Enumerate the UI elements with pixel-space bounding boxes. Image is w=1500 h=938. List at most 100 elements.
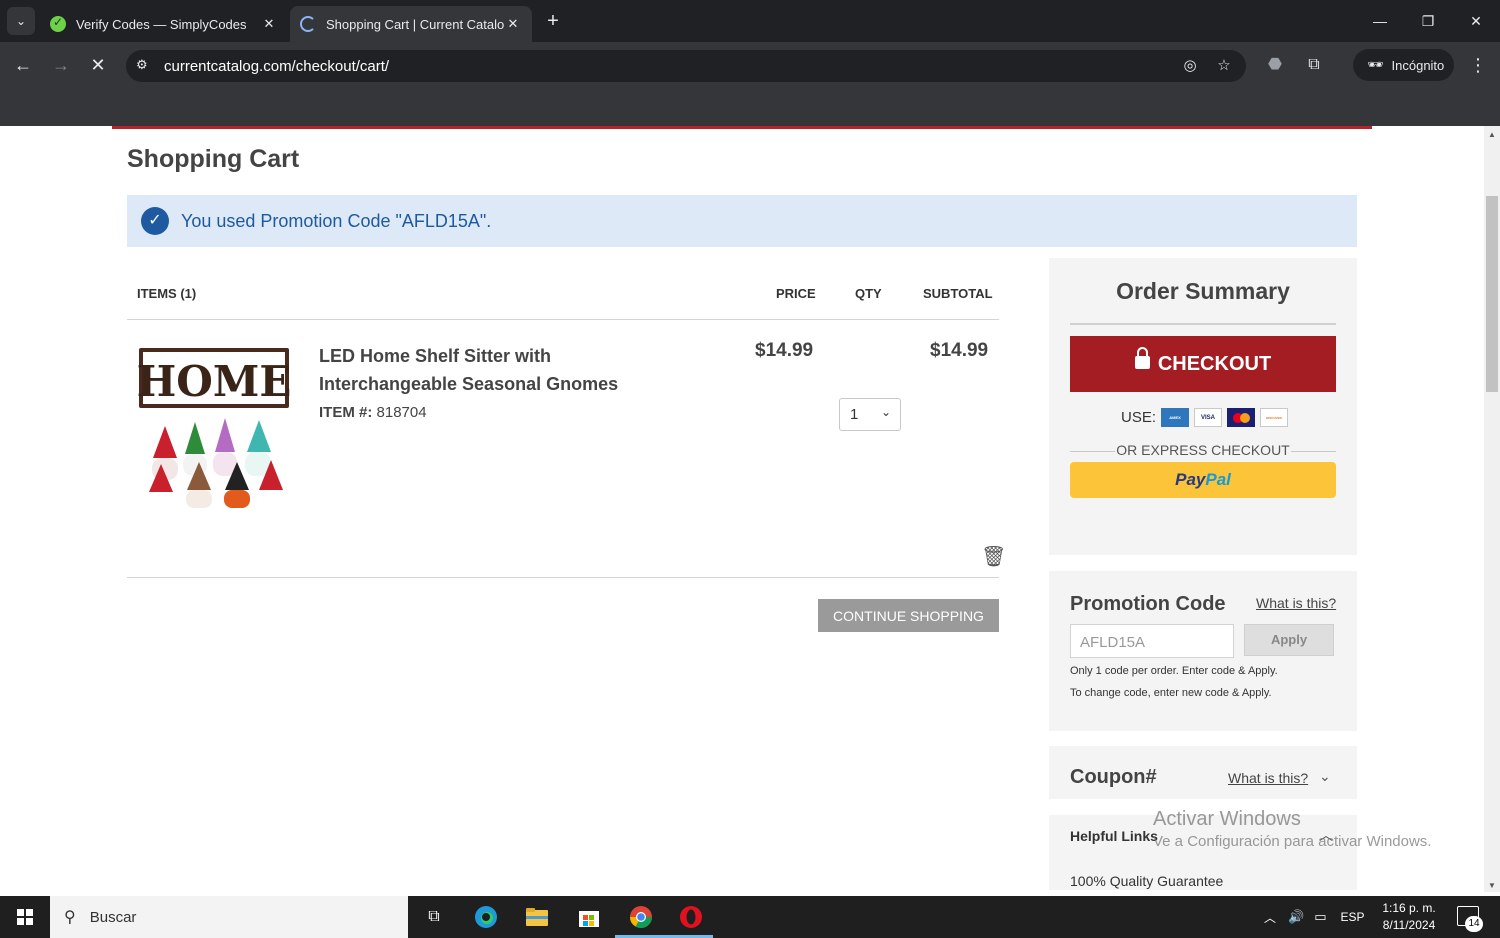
tab-simplycodes[interactable]: Verify Codes — SimplyCodes ✕	[40, 6, 288, 42]
arrow-left-icon: ←	[14, 55, 32, 75]
item-number-label: ITEM #:	[319, 404, 373, 421]
item-number-value: 818704	[376, 404, 427, 421]
promotion-code-title: Promotion Code	[1070, 593, 1226, 615]
maximize-button[interactable]: ❐	[1405, 8, 1451, 34]
paypal-logo-part1: Pay	[1175, 470, 1206, 489]
forward-button[interactable]: →	[48, 52, 74, 78]
tab-shopping-cart[interactable]: Shopping Cart | Current Catalog ✕	[290, 6, 532, 42]
close-tab-icon[interactable]: ✕	[260, 16, 278, 32]
arrow-right-icon: →	[52, 55, 70, 75]
coupon-title: Coupon#	[1070, 766, 1157, 788]
chrome-browser-icon[interactable]	[627, 903, 655, 931]
product-image[interactable]: HOME	[135, 346, 297, 510]
address-bar[interactable]: ⚙ currentcatalog.com/checkout/cart/ ◎ ☆	[126, 50, 1246, 82]
start-button[interactable]	[0, 896, 50, 938]
notification-count-badge: 14	[1465, 916, 1483, 932]
site-header-band	[0, 88, 1500, 126]
site-info-icon[interactable]: ⚙	[136, 57, 148, 73]
promotion-code-input[interactable]: AFLD15A	[1070, 624, 1234, 658]
header-accent-line	[112, 126, 1372, 129]
windows-taskbar: ⚲ Buscar ⧉ ︿ 🔊 ▭ ESP 1:16 p. m. 8/11/202…	[0, 896, 1500, 938]
chevron-down-icon[interactable]: ⌄	[1319, 768, 1331, 785]
task-view-icon[interactable]: ⧉	[420, 903, 448, 931]
chevron-down-icon: ⌄	[880, 405, 891, 419]
qty-column-header: QTY	[855, 286, 882, 301]
cart-table-header: ITEMS (1) PRICE QTY SUBTOTAL	[127, 258, 999, 320]
coupon-what-is-this-link[interactable]: What is this?	[1228, 770, 1308, 786]
continue-shopping-button[interactable]: CONTINUE SHOPPING	[818, 599, 999, 632]
edge-browser-icon[interactable]	[472, 903, 500, 931]
simplycodes-favicon-icon	[50, 15, 66, 32]
items-column-header: ITEMS (1)	[137, 286, 197, 301]
taskbar-search-box[interactable]: ⚲ Buscar	[50, 896, 408, 938]
promotion-note-1: Only 1 code per order. Enter code & Appl…	[1070, 665, 1278, 677]
file-explorer-icon[interactable]	[523, 903, 551, 931]
incognito-icon: 🕶	[1367, 57, 1384, 72]
windows-logo-icon	[17, 909, 33, 925]
browser-menu-button[interactable]: ⋮	[1466, 52, 1490, 78]
lock-icon	[1134, 346, 1150, 369]
scroll-down-arrow-icon[interactable]: ▼	[1484, 881, 1500, 890]
kebab-menu-icon: ⋮	[1469, 55, 1487, 75]
system-tray: ︿ 🔊 ▭ ESP	[1264, 896, 1365, 938]
star-bookmark-icon[interactable]: ☆	[1213, 55, 1235, 77]
taskbar-search-label: Buscar	[89, 908, 137, 926]
windows-activation-watermark: Activar Windows Ve a Configuración para …	[1153, 808, 1431, 850]
order-summary-title: Order Summary	[1116, 278, 1290, 304]
opera-browser-icon[interactable]	[677, 903, 705, 931]
close-window-button[interactable]: ✕	[1453, 8, 1499, 34]
cart-item-row: HOME LED Home Shelf Sitter with Intercha…	[127, 320, 1006, 578]
watermark-line-2: Ve a Configuración para activar Windows.	[1153, 833, 1432, 850]
browser-toolbar: ← → ✕ ⚙ currentcatalog.com/checkout/cart…	[0, 42, 1500, 88]
item-number: ITEM #: 818704	[319, 404, 427, 421]
extensions-icon[interactable]: ⧉	[1302, 53, 1326, 77]
extension-puzzle-icon[interactable]: ⬣	[1263, 53, 1287, 77]
tab-search-button[interactable]: ⌄	[7, 7, 35, 35]
promotion-what-is-this-link[interactable]: What is this?	[1256, 595, 1336, 611]
tab-strip: ⌄ Verify Codes — SimplyCodes ✕ Shopping …	[0, 0, 1500, 42]
incognito-label: Incógnito	[1391, 57, 1445, 73]
amex-card-icon: AMEX	[1161, 408, 1190, 427]
chevron-down-icon: ⌄	[15, 14, 27, 28]
divider	[1070, 323, 1336, 325]
scrollbar-thumb[interactable]	[1486, 196, 1498, 392]
order-summary-panel: Order Summary CHECKOUT USE: AMEX VISA DI…	[1049, 258, 1357, 555]
quality-guarantee-link[interactable]: 100% Quality Guarantee	[1070, 873, 1223, 889]
checkout-button[interactable]: CHECKOUT	[1070, 336, 1336, 392]
item-price: $14.99	[755, 340, 814, 361]
promotion-banner-text: You used Promotion Code "AFLD15A".	[181, 210, 492, 231]
price-column-header: PRICE	[776, 286, 816, 301]
quantity-select[interactable]: 1 ⌄	[839, 398, 901, 431]
quantity-value: 1	[850, 406, 859, 423]
item-subtotal: $14.99	[930, 340, 989, 361]
subtotal-column-header: SUBTOTAL	[923, 286, 993, 301]
clock-date: 8/11/2024	[1382, 918, 1436, 932]
product-name-link[interactable]: LED Home Shelf Sitter with Interchangeab…	[319, 342, 619, 398]
loading-spinner-icon	[300, 16, 316, 32]
microsoft-store-icon[interactable]	[575, 903, 603, 931]
eye-off-icon[interactable]: ◎	[1179, 55, 1201, 77]
paypal-button[interactable]: Pay Pal	[1070, 462, 1336, 498]
close-tab-icon[interactable]: ✕	[504, 16, 522, 32]
coupon-panel[interactable]: Coupon# What is this? ⌄	[1049, 746, 1357, 799]
language-indicator[interactable]: ESP	[1341, 910, 1365, 924]
network-icon[interactable]: ▭	[1314, 909, 1326, 925]
apply-promotion-button[interactable]: Apply	[1244, 624, 1334, 656]
use-label: USE:	[1121, 409, 1157, 426]
trash-icon[interactable]: 🗑	[981, 544, 1006, 569]
new-tab-button[interactable]: +	[540, 9, 566, 35]
back-button[interactable]: ←	[10, 52, 36, 78]
taskbar-clock[interactable]: 1:16 p. m. 8/11/2024	[1374, 900, 1444, 934]
helpful-links-title: Helpful Links	[1070, 828, 1158, 844]
tab-title: Verify Codes — SimplyCodes	[76, 16, 247, 32]
incognito-indicator[interactable]: 🕶 Incógnito	[1353, 49, 1454, 81]
chevron-up-icon[interactable]: ︿	[1264, 909, 1276, 926]
stop-loading-button[interactable]: ✕	[85, 52, 111, 78]
scroll-up-arrow-icon[interactable]: ▲	[1484, 130, 1500, 139]
visa-card-icon: VISA	[1194, 408, 1223, 427]
tab-title: Shopping Cart | Current Catalog	[326, 16, 504, 32]
page-scrollbar[interactable]: ▲ ▼	[1484, 126, 1500, 892]
speaker-icon[interactable]: 🔊	[1288, 909, 1304, 925]
cart-table: ITEMS (1) PRICE QTY SUBTOTAL HOME LED Ho…	[127, 258, 1006, 578]
minimize-button[interactable]: —	[1357, 8, 1403, 34]
